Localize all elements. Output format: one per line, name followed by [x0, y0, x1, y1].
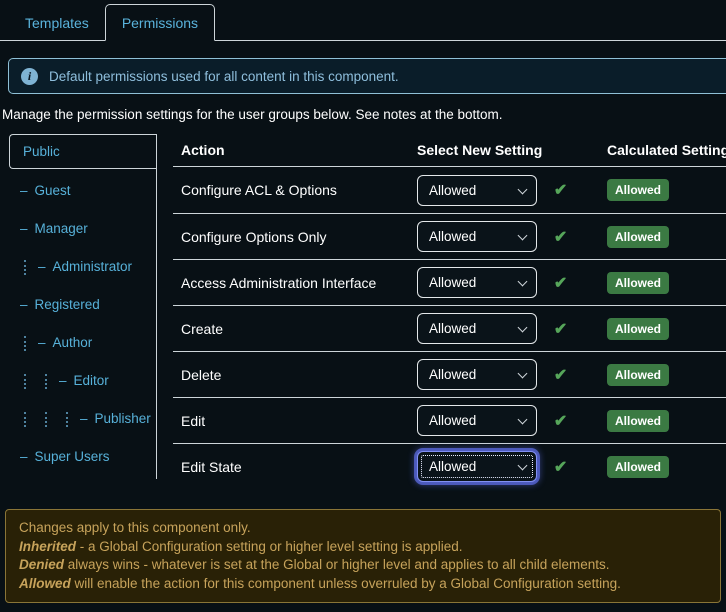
tree-dash: – [38, 259, 46, 274]
tree-dash: – [20, 183, 28, 198]
table-row: Edit State Allowed ✔ Allowed [173, 443, 726, 489]
tree-dash: – [59, 373, 67, 388]
setting-select-wrap: Allowed [417, 175, 537, 206]
status-badge: Allowed [607, 226, 669, 248]
permissions-page: Templates Permissions Default permission… [0, 0, 726, 603]
tree-item-label: Author [53, 335, 93, 350]
tree-item-guest[interactable]: –Guest [9, 172, 156, 210]
status-badge: Allowed [607, 179, 669, 201]
setting-select-wrap: Allowed [417, 405, 537, 436]
table-row: Configure ACL & Options Allowed ✔ Allowe… [173, 167, 726, 213]
status-badge: Allowed [607, 272, 669, 294]
action-label: Edit State [173, 459, 417, 475]
setting-select-wrap: Allowed [417, 451, 537, 482]
check-icon: ✔ [554, 321, 567, 338]
table-row: Configure Options Only Allowed ✔ Allowed [173, 213, 726, 259]
setting-select-wrap: Allowed [417, 359, 537, 390]
tab-bar: Templates Permissions [0, 0, 726, 41]
action-label: Edit [173, 413, 417, 429]
action-label: Configure ACL & Options [173, 182, 417, 198]
table-row: Delete Allowed ✔ Allowed [173, 351, 726, 397]
action-label: Create [173, 321, 417, 337]
column-header-action: Action [173, 142, 417, 158]
tree-item-administrator[interactable]: –Administrator [9, 248, 156, 286]
check-icon: ✔ [554, 229, 567, 246]
tree-dash: – [20, 297, 28, 312]
tree-indent-guide [24, 412, 26, 427]
setting-select-wrap: Allowed [417, 313, 537, 344]
table-row: Access Administration Interface Allowed … [173, 259, 726, 305]
tree-dash: – [80, 411, 88, 426]
setting-select[interactable]: Allowed [417, 175, 537, 206]
setting-select-wrap: Allowed [417, 267, 537, 298]
setting-select[interactable]: Allowed [417, 267, 537, 298]
tree-indent-guide [45, 412, 47, 427]
user-group-tree: Public –Guest –Manager –Administrator –R… [9, 134, 157, 479]
tree-item-label: Publisher [95, 411, 151, 426]
setting-select[interactable]: Allowed [417, 221, 537, 252]
tree-item-editor[interactable]: –Editor [9, 362, 156, 400]
tree-item-label: Manager [35, 221, 88, 236]
setting-select[interactable]: Allowed [417, 359, 537, 390]
setting-select[interactable]: Allowed [417, 451, 537, 482]
tree-item-super-users[interactable]: –Super Users [9, 438, 156, 476]
check-icon: ✔ [554, 182, 567, 199]
tree-indent-guide [66, 412, 68, 427]
tree-indent-guide [24, 374, 26, 389]
tree-indent-guide [45, 374, 47, 389]
check-icon: ✔ [554, 459, 567, 476]
check-icon: ✔ [554, 275, 567, 292]
table-row: Create Allowed ✔ Allowed [173, 305, 726, 351]
tree-item-label: Super Users [35, 449, 110, 464]
tab-templates[interactable]: Templates [9, 5, 105, 40]
column-header-calculated-setting: Calculated Setting [607, 142, 726, 158]
setting-select-wrap: Allowed [417, 221, 537, 252]
tree-item-label: Guest [35, 183, 71, 198]
table-row: Edit Allowed ✔ Allowed [173, 397, 726, 443]
permissions-table: Action Select New Setting Calculated Set… [173, 134, 726, 489]
status-badge: Allowed [607, 318, 669, 340]
status-badge: Allowed [607, 410, 669, 432]
tree-item-publisher[interactable]: –Publisher [9, 400, 156, 438]
tree-item-registered[interactable]: –Registered [9, 286, 156, 324]
action-label: Configure Options Only [173, 229, 417, 245]
tree-indent-guide [24, 336, 26, 351]
tree-item-manager[interactable]: –Manager [9, 210, 156, 248]
tree-dash: – [20, 449, 28, 464]
tree-item-label: Registered [35, 297, 100, 312]
column-header-select-new-setting: Select New Setting [417, 142, 607, 158]
info-icon [21, 68, 38, 85]
setting-select[interactable]: Allowed [417, 313, 537, 344]
tree-dash: – [20, 221, 28, 236]
action-label: Access Administration Interface [173, 275, 417, 291]
notes-panel: Changes apply to this component only. In… [5, 509, 721, 603]
permissions-content: Public –Guest –Manager –Administrator –R… [9, 134, 726, 489]
status-badge: Allowed [607, 364, 669, 386]
table-header-row: Action Select New Setting Calculated Set… [173, 134, 726, 167]
tree-indent-guide [24, 260, 26, 275]
tree-item-label: Public [23, 144, 60, 159]
tree-item-author[interactable]: –Author [9, 324, 156, 362]
intro-text: Manage the permission settings for the u… [2, 107, 726, 122]
setting-select[interactable]: Allowed [417, 405, 537, 436]
table-body: Configure ACL & Options Allowed ✔ Allowe… [173, 167, 726, 489]
info-alert: Default permissions used for all content… [8, 58, 726, 94]
alert-text: Default permissions used for all content… [49, 69, 399, 84]
note-line: Changes apply to this component only. [19, 519, 707, 538]
note-line: Inherited - a Global Configuration setti… [19, 538, 707, 557]
note-line: Denied always wins - whatever is set at … [19, 556, 707, 575]
tab-permissions[interactable]: Permissions [105, 4, 215, 41]
status-badge: Allowed [607, 456, 669, 478]
action-label: Delete [173, 367, 417, 383]
note-line: Allowed will enable the action for this … [19, 575, 707, 594]
tree-dash: – [38, 335, 46, 350]
tree-item-label: Administrator [53, 259, 133, 274]
check-icon: ✔ [554, 413, 567, 430]
check-icon: ✔ [554, 367, 567, 384]
tree-item-public[interactable]: Public [9, 134, 156, 169]
tree-item-label: Editor [74, 373, 109, 388]
